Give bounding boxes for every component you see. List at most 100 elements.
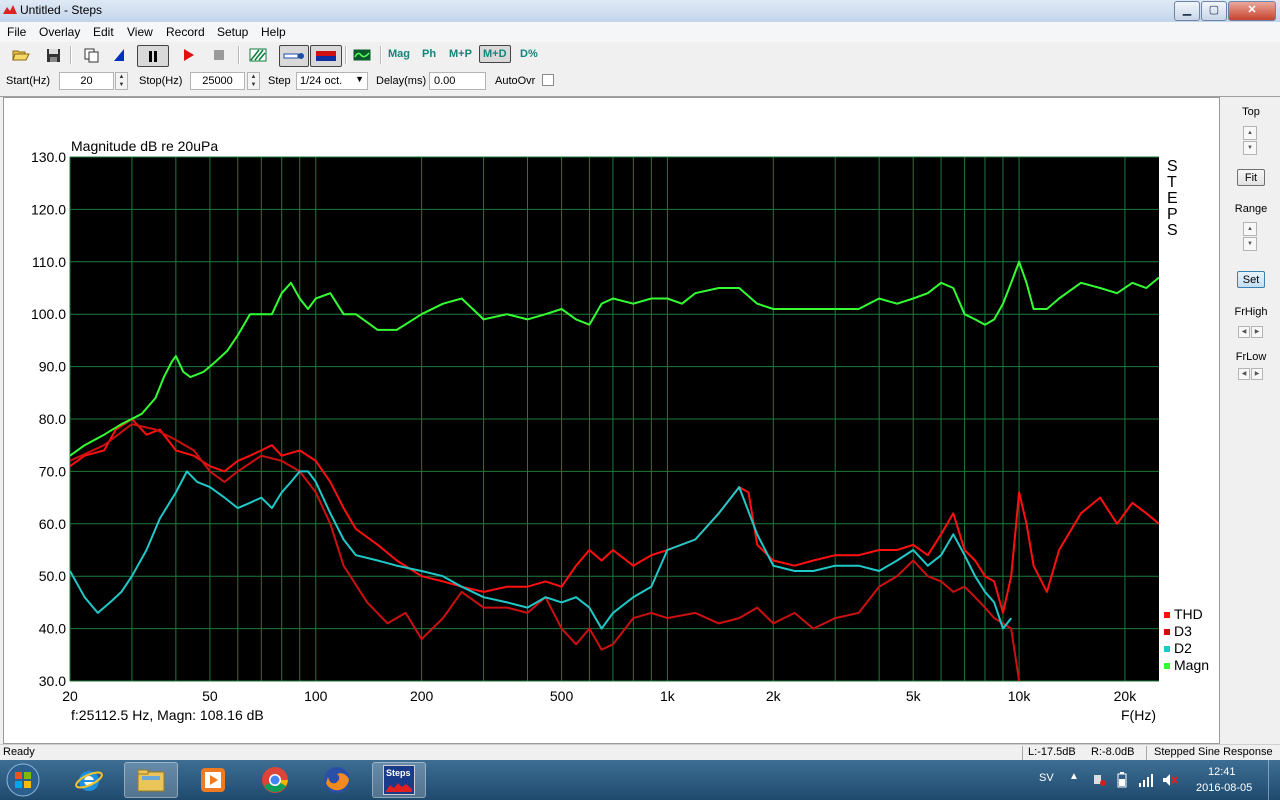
toolbar-separator bbox=[380, 46, 382, 64]
start-button[interactable] bbox=[2, 761, 44, 799]
start-label: Start(Hz) bbox=[6, 75, 50, 87]
autoovr-checkbox[interactable] bbox=[542, 74, 554, 86]
stop-hz-input[interactable] bbox=[190, 72, 245, 90]
step-select[interactable]: 1/24 oct. ▼ bbox=[296, 72, 368, 90]
arrow-left-icon: ◀ bbox=[1241, 329, 1247, 335]
toolbar: Mag Ph M+P M+D D% bbox=[0, 42, 1280, 69]
menu-edit[interactable]: Edit bbox=[93, 25, 114, 39]
generator-button[interactable] bbox=[351, 45, 373, 65]
battery-icon[interactable] bbox=[1117, 772, 1127, 788]
stripes-button[interactable] bbox=[247, 45, 269, 65]
right-control-panel: Top ▲ ▼ Fit Range ▲ ▼ Set FrHigh ◀ ▶ FrL… bbox=[1222, 97, 1280, 744]
mag-phase-button[interactable]: M+P bbox=[449, 48, 472, 60]
magnitude-chart[interactable]: Magnitude dB re 20uPa 30.0 40.0 50.0 60.0 70… bbox=[4, 98, 1219, 743]
top-down-button[interactable]: ▼ bbox=[1243, 141, 1257, 155]
menu-view[interactable]: View bbox=[127, 25, 153, 39]
set-button[interactable]: Set bbox=[1237, 271, 1265, 288]
toolbar-separator bbox=[70, 46, 72, 64]
delay-label: Delay(ms) bbox=[376, 75, 427, 87]
top-label: Top bbox=[1242, 106, 1260, 118]
windows-start-icon bbox=[6, 763, 40, 797]
range-up-button[interactable]: ▲ bbox=[1243, 222, 1257, 236]
clock-time[interactable]: 12:41 bbox=[1208, 766, 1236, 778]
start-hz-input[interactable] bbox=[59, 72, 114, 90]
top-up-button[interactable]: ▲ bbox=[1243, 126, 1257, 140]
spin-up-icon: ▲ bbox=[1247, 226, 1253, 232]
frlow-left-button[interactable]: ◀ bbox=[1238, 368, 1250, 380]
save-button[interactable] bbox=[42, 45, 64, 65]
toolbar-separator bbox=[238, 46, 240, 64]
status-bar: Ready L:-17.5dB R:-8.0dB Stepped Sine Re… bbox=[0, 744, 1280, 761]
mag-button[interactable]: Mag bbox=[388, 48, 410, 60]
distortion-percent-button[interactable]: D% bbox=[520, 48, 538, 60]
menu-overlay[interactable]: Overlay bbox=[39, 25, 80, 39]
parameter-bar: Start(Hz) ▲▼ Stop(Hz) ▲▼ Step 1/24 oct. … bbox=[0, 68, 1280, 97]
firefox-icon bbox=[324, 767, 350, 793]
copy-icon bbox=[84, 48, 98, 62]
fit-button[interactable]: Fit bbox=[1237, 169, 1265, 186]
probe-icon bbox=[283, 53, 304, 59]
save-disk-icon bbox=[46, 48, 60, 62]
start-hz-spinner[interactable]: ▲ ▼ bbox=[115, 72, 128, 90]
steps-letter: P bbox=[1167, 206, 1178, 223]
frlow-right-button[interactable]: ▶ bbox=[1251, 368, 1263, 380]
frhigh-label: FrHigh bbox=[1234, 306, 1268, 318]
language-indicator[interactable]: SV bbox=[1039, 772, 1054, 784]
level-meter-button[interactable] bbox=[310, 45, 342, 67]
show-desktop-button[interactable] bbox=[1268, 760, 1280, 800]
cursor-button[interactable] bbox=[108, 45, 130, 65]
taskbar-firefox[interactable] bbox=[310, 762, 364, 798]
menu-file[interactable]: File bbox=[7, 25, 26, 39]
taskbar-chrome[interactable] bbox=[248, 762, 302, 798]
play-icon bbox=[184, 49, 194, 61]
volume-muted-icon[interactable] bbox=[1162, 772, 1178, 788]
tray-expand-icon[interactable]: ▲ bbox=[1069, 771, 1079, 782]
clock-date[interactable]: 2016-08-05 bbox=[1196, 782, 1252, 794]
frhigh-left-button[interactable]: ◀ bbox=[1238, 326, 1250, 338]
internet-explorer-icon bbox=[75, 771, 103, 791]
arrow-right-icon: ▶ bbox=[1254, 329, 1260, 335]
legend-swatch-magn bbox=[1164, 663, 1170, 669]
pause-button[interactable] bbox=[137, 45, 169, 67]
stop-button[interactable] bbox=[208, 45, 230, 65]
open-button[interactable] bbox=[10, 45, 32, 65]
menu-bar: File Overlay Edit View Record Setup Help bbox=[0, 22, 1280, 42]
action-center-icon[interactable] bbox=[1092, 772, 1106, 786]
record-play-button[interactable] bbox=[178, 45, 200, 65]
x-tick-label: 50 bbox=[202, 688, 218, 704]
stop-hz-spinner[interactable]: ▲ ▼ bbox=[247, 72, 260, 90]
media-player-icon bbox=[201, 768, 225, 792]
range-down-button[interactable]: ▼ bbox=[1243, 237, 1257, 251]
status-divider bbox=[1146, 746, 1147, 760]
spin-up-icon: ▲ bbox=[250, 74, 257, 80]
taskbar-media-player[interactable] bbox=[186, 762, 240, 798]
app-icon bbox=[3, 5, 17, 14]
steps-letter: E bbox=[1167, 190, 1178, 207]
x-tick-label: 10k bbox=[1008, 688, 1032, 704]
menu-record[interactable]: Record bbox=[166, 25, 205, 39]
network-icon[interactable] bbox=[1138, 772, 1154, 788]
stop-icon bbox=[214, 50, 224, 60]
status-ready: Ready bbox=[3, 746, 35, 758]
status-left-level: L:-17.5dB bbox=[1028, 746, 1076, 758]
mag-distortion-button[interactable]: M+D bbox=[479, 45, 511, 63]
phase-button[interactable]: Ph bbox=[422, 48, 436, 60]
copy-button[interactable] bbox=[80, 45, 102, 65]
spin-down-icon: ▼ bbox=[250, 82, 257, 88]
delay-input[interactable] bbox=[429, 72, 486, 90]
menu-setup[interactable]: Setup bbox=[217, 25, 248, 39]
taskbar-ie[interactable] bbox=[62, 762, 116, 798]
taskbar-steps[interactable]: Steps bbox=[372, 762, 426, 798]
probe-button[interactable] bbox=[279, 45, 309, 67]
x-tick-label: 20 bbox=[62, 688, 78, 704]
status-divider bbox=[1022, 746, 1023, 760]
minimize-button[interactable]: ▁ bbox=[1174, 1, 1200, 21]
menu-help[interactable]: Help bbox=[261, 25, 286, 39]
y-tick-label: 60.0 bbox=[39, 516, 66, 532]
close-button[interactable]: ✕ bbox=[1228, 1, 1276, 21]
maximize-button[interactable]: ▢ bbox=[1201, 1, 1227, 21]
frhigh-right-button[interactable]: ▶ bbox=[1251, 326, 1263, 338]
meter-icon bbox=[316, 51, 336, 61]
chevron-down-icon: ▼ bbox=[355, 74, 364, 84]
taskbar-explorer[interactable] bbox=[124, 762, 178, 798]
